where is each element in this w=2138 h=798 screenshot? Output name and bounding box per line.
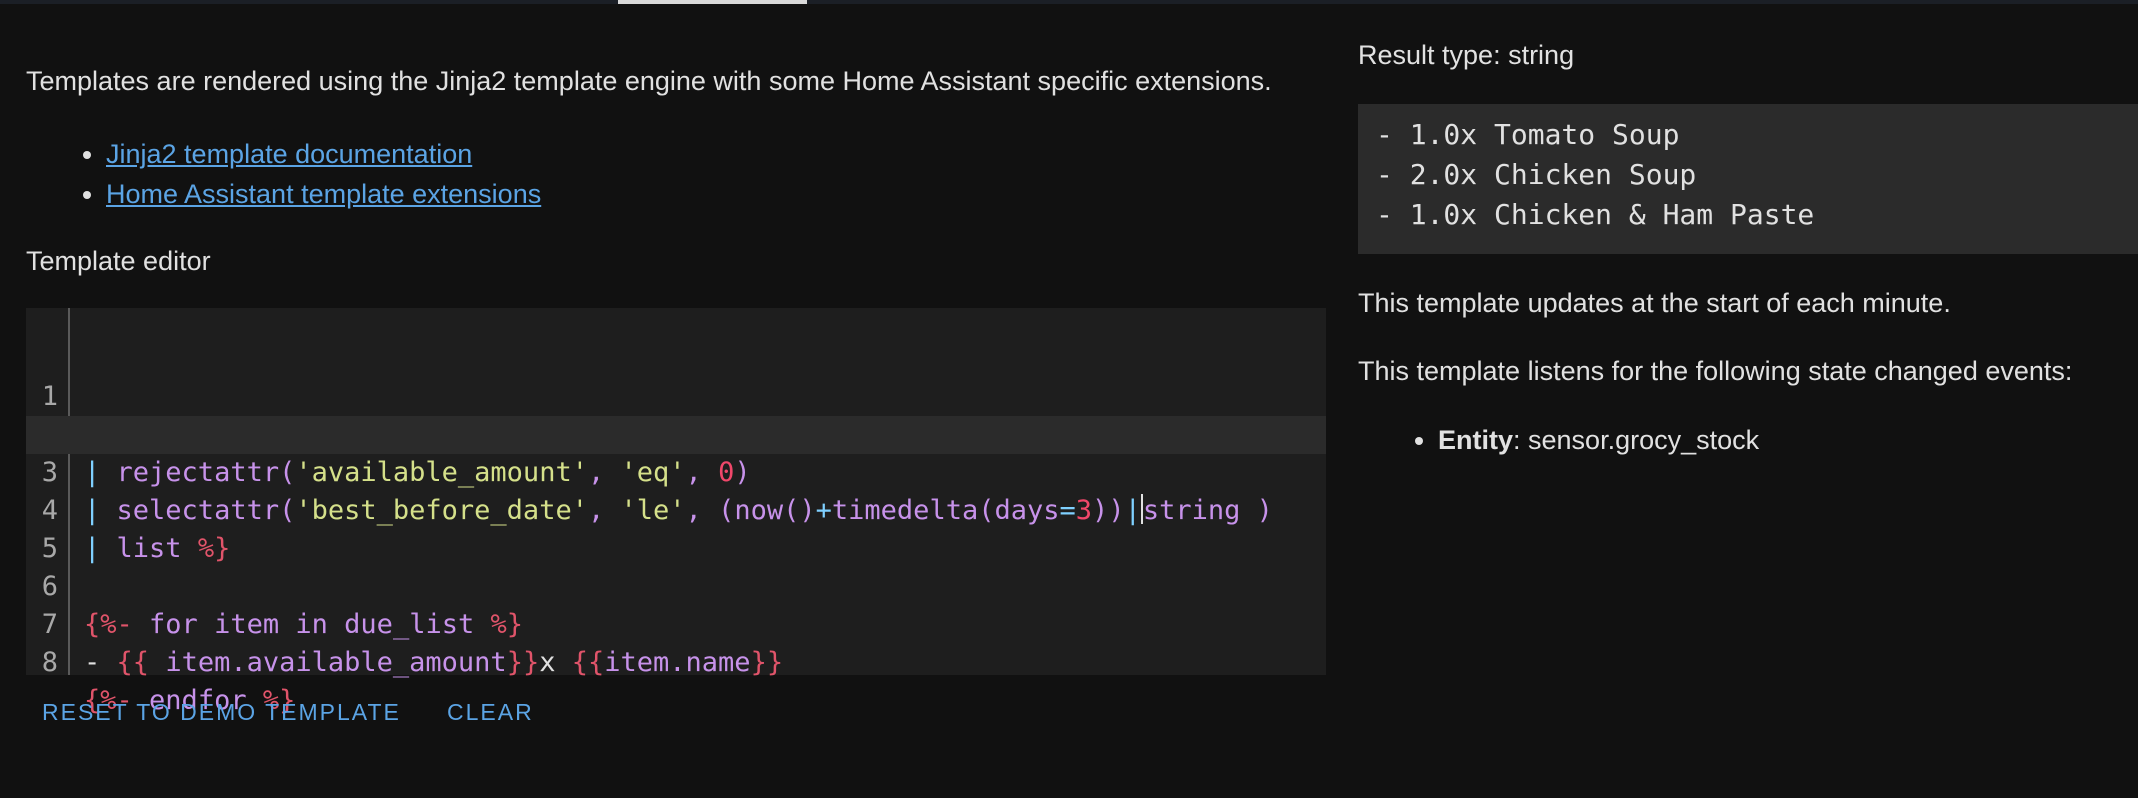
code-lines: 1 {% set due_list = state_attr('sensor.g… xyxy=(26,340,1326,716)
result-type: Result type: string xyxy=(1358,40,1575,70)
line-number: 8 xyxy=(41,647,58,678)
listen-info: This template listens for the following … xyxy=(1358,356,2073,386)
intro-text: Templates are rendered using the Jinja2 … xyxy=(26,66,1272,96)
code-line: 2 | rejectattr('available_amount', 'eq',… xyxy=(26,378,1326,488)
list-item: Home Assistant template extensions xyxy=(106,174,541,214)
ha-template-extensions-link[interactable]: Home Assistant template extensions xyxy=(106,179,541,209)
documentation-links: Jinja2 template documentation Home Assis… xyxy=(26,134,541,214)
result-line: - 1.0x Tomato Soup xyxy=(1376,118,1680,151)
code-line: 7 - {{ item.available_amount}}x {{item.n… xyxy=(26,568,1326,678)
active-tab-indicator xyxy=(618,0,807,4)
list-item: Jinja2 template documentation xyxy=(106,134,541,174)
jinja2-docs-link[interactable]: Jinja2 template documentation xyxy=(106,139,472,169)
code-line: 8 {%- endfor %} xyxy=(26,606,1326,716)
update-info: This template updates at the start of ea… xyxy=(1358,288,1951,318)
code-line: 1 {% set due_list = state_attr('sensor.g… xyxy=(26,340,1326,450)
result-line: - 2.0x Chicken Soup xyxy=(1376,158,1697,191)
code-line: 5 xyxy=(26,492,1326,564)
code-line-active: 3 | selectattr('best_before_date', 'le',… xyxy=(26,416,1326,526)
clear-button[interactable]: CLEAR xyxy=(447,696,534,728)
entity-list: Entity: sensor.grocy_stock xyxy=(1358,420,1759,460)
result-line: - 1.0x Chicken & Ham Paste xyxy=(1376,198,1815,231)
top-tab-bar xyxy=(0,0,2138,4)
reset-to-demo-template-button[interactable]: RESET TO DEMO TEMPLATE xyxy=(42,696,401,728)
list-item: Entity: sensor.grocy_stock xyxy=(1438,420,1759,460)
code-line-text: - {{ item.available_amount}}x {{item.nam… xyxy=(84,647,784,678)
result-output: - 1.0x Tomato Soup - 2.0x Chicken Soup -… xyxy=(1358,104,2138,254)
entity-value: : sensor.grocy_stock xyxy=(1513,425,1760,455)
code-line: 6 {%- for item in due_list %} xyxy=(26,530,1326,640)
code-line: 4 | list %} xyxy=(26,454,1326,564)
code-editor[interactable]: 1 {% set due_list = state_attr('sensor.g… xyxy=(26,308,1326,716)
entity-label: Entity xyxy=(1438,425,1514,455)
editor-label: Template editor xyxy=(26,246,211,276)
